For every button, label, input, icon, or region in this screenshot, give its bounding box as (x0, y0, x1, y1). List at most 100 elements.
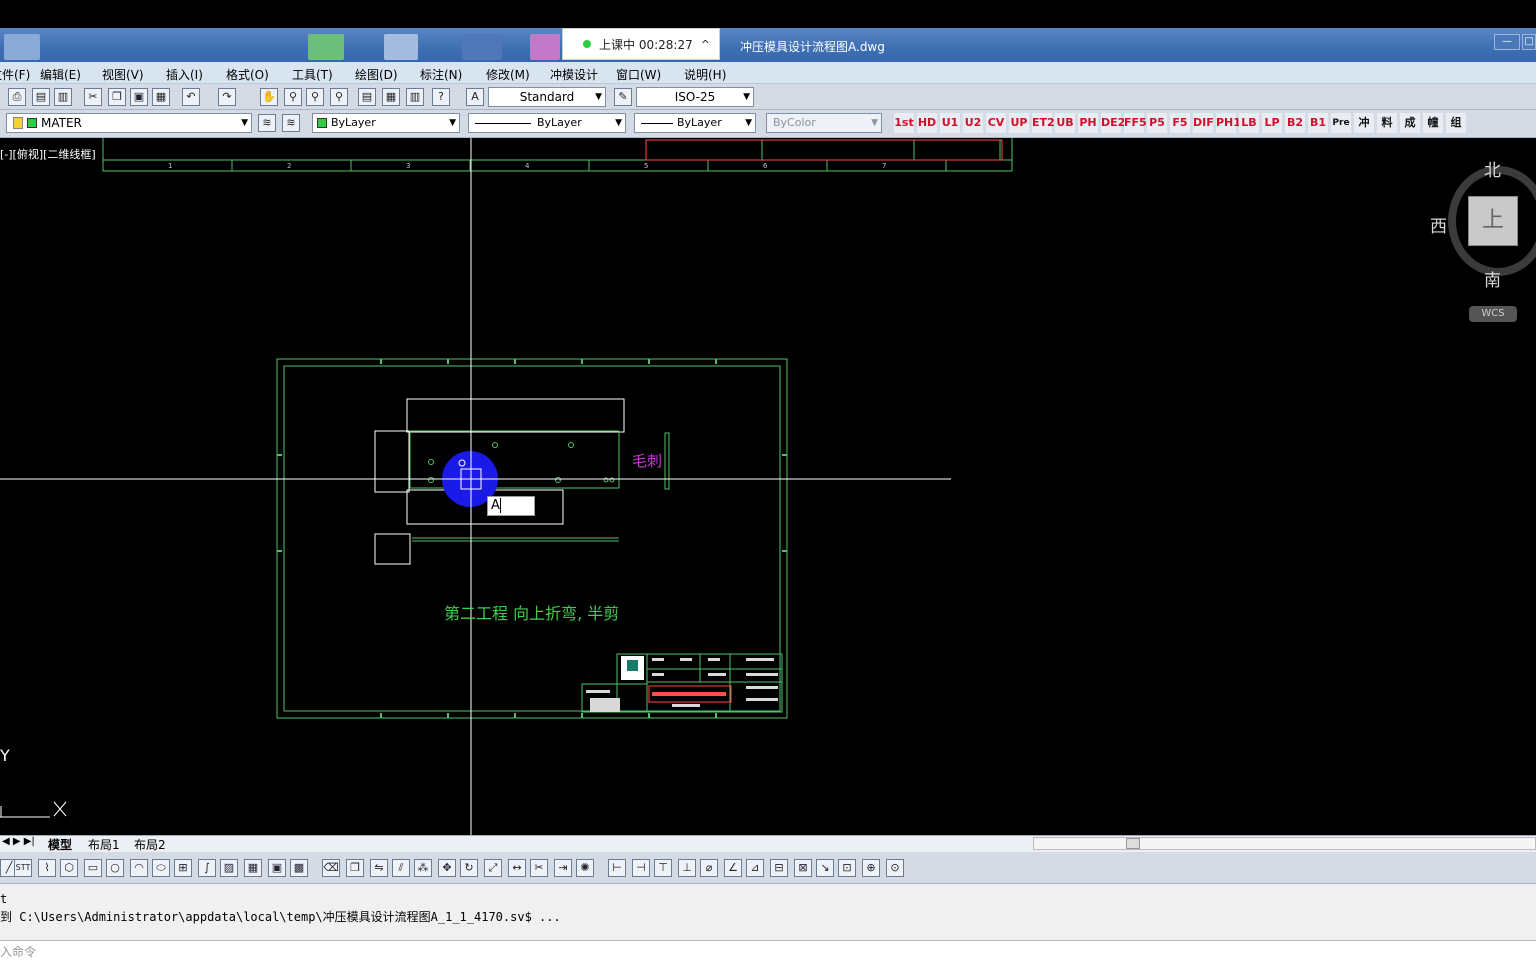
minimize-button[interactable]: — (1494, 34, 1520, 50)
tool-de2[interactable]: DE2 (1101, 113, 1125, 133)
tool-ff5[interactable]: FF5 (1124, 113, 1147, 133)
offset-icon[interactable]: ⫽ (392, 859, 410, 877)
arc-icon[interactable]: ◠ (130, 859, 148, 877)
dim-aligned-icon[interactable]: ⊣ (632, 859, 650, 877)
extend-icon[interactable]: ⇥ (554, 859, 572, 877)
tab-layout1[interactable]: 布局1 (88, 836, 120, 853)
array-icon[interactable]: ⁂ (414, 859, 432, 877)
tool-pre[interactable]: Pre (1331, 113, 1351, 133)
taskbar-thumb[interactable] (530, 34, 560, 60)
plot-style-select[interactable]: ByColor ▼ (766, 113, 882, 133)
zoom-previous-icon[interactable]: ⚲ (330, 88, 348, 106)
tool-material[interactable]: 料 (1377, 113, 1397, 133)
tool-ph[interactable]: PH (1078, 113, 1098, 133)
viewport-controls[interactable]: [-][俯视][二维线框] (0, 146, 96, 162)
region-icon[interactable]: ▣ (268, 859, 286, 877)
print-preview-icon[interactable]: ▤ (32, 88, 50, 106)
taskbar-thumb[interactable] (462, 34, 502, 60)
spline-icon[interactable]: ∫ (198, 859, 216, 877)
menu-edit[interactable]: 编辑(E) (40, 66, 81, 83)
menu-draw[interactable]: 绘图(D) (355, 66, 398, 83)
tool-dif[interactable]: DIF (1193, 113, 1214, 133)
taskbar-thumb[interactable] (4, 34, 40, 60)
erase-icon[interactable]: ⌫ (322, 859, 340, 877)
tool-p5[interactable]: P5 (1147, 113, 1167, 133)
quick-dim-icon[interactable]: ⊿ (746, 859, 764, 877)
tool-lb[interactable]: LB (1239, 113, 1259, 133)
menu-window[interactable]: 窗口(W) (616, 66, 661, 83)
publish-icon[interactable]: ▥ (54, 88, 72, 106)
tolerance-icon[interactable]: ⊡ (838, 859, 856, 877)
menu-format[interactable]: 格式(O) (226, 66, 269, 83)
dim-edit-icon[interactable]: ⊙ (886, 859, 904, 877)
tool-b2[interactable]: B2 (1285, 113, 1305, 133)
tool-palette-icon[interactable]: ▥ (406, 88, 424, 106)
tool-cv[interactable]: CV (986, 113, 1006, 133)
cut-icon[interactable]: ✂ (84, 88, 102, 106)
drawing-canvas[interactable]: 123 4567 [-][俯视][二维线框] 毛刺 第二工程 向上折弯, 半剪 … (0, 138, 1536, 835)
tab-layout2[interactable]: 布局2 (134, 836, 166, 853)
menu-modify[interactable]: 修改(M) (486, 66, 530, 83)
dim-linear-icon[interactable]: ⊢ (608, 859, 626, 877)
tool-1st[interactable]: 1st (894, 113, 914, 133)
table-icon[interactable]: ▦ (244, 859, 262, 877)
taskbar-thumb[interactable] (308, 34, 344, 60)
tool-lp[interactable]: LP (1262, 113, 1282, 133)
match-properties-icon[interactable]: ▦ (152, 88, 170, 106)
dim-ordinate-icon[interactable]: ⊤ (654, 859, 672, 877)
move-icon[interactable]: ✥ (438, 859, 456, 877)
explode-icon[interactable]: ✺ (576, 859, 594, 877)
copy-icon[interactable]: ❐ (108, 88, 126, 106)
menu-view[interactable]: 视图(V) (102, 66, 144, 83)
print-icon[interactable]: ⎙ (8, 88, 26, 106)
horizontal-scrollbar[interactable] (1033, 837, 1536, 850)
color-select[interactable]: ByLayer ▼ (312, 113, 460, 133)
tool-u2[interactable]: U2 (963, 113, 983, 133)
scroll-thumb[interactable] (1126, 838, 1140, 849)
dim-diameter-icon[interactable]: ⌀ (700, 859, 718, 877)
rotate-icon[interactable]: ↻ (460, 859, 478, 877)
menu-insert[interactable]: 插入(I) (166, 66, 203, 83)
rectangle-icon[interactable]: ▭ (84, 859, 102, 877)
tool-hd[interactable]: HD (917, 113, 937, 133)
hatch-icon[interactable]: ▨ (220, 859, 238, 877)
layer-previous-icon[interactable]: ≋ (282, 114, 300, 132)
menu-help[interactable]: 说明(H) (684, 66, 726, 83)
text-style-icon[interactable]: A (466, 88, 484, 106)
stretch-icon[interactable]: ↔ (508, 859, 526, 877)
help-icon[interactable]: ? (432, 88, 450, 106)
layer-select[interactable]: MATER ▼ (6, 113, 252, 133)
trim-icon[interactable]: ✂ (530, 859, 548, 877)
properties-icon[interactable]: ▤ (358, 88, 376, 106)
tab-model[interactable]: 模型 (48, 836, 72, 853)
paste-icon[interactable]: ▣ (130, 88, 148, 106)
menu-dimension[interactable]: 标注(N) (420, 66, 462, 83)
menu-file[interactable]: 文件(F) (0, 66, 30, 83)
circle-icon[interactable]: ○ (106, 859, 124, 877)
maximize-button[interactable]: □ (1522, 34, 1536, 50)
mirror-icon[interactable]: ⇋ (370, 859, 388, 877)
compass-west[interactable]: 西 (1430, 212, 1447, 237)
tool-punch[interactable]: 冲 (1354, 113, 1374, 133)
undo-icon[interactable]: ↶ (182, 88, 200, 106)
viewcube[interactable]: 上 北 南 西 (1430, 160, 1536, 291)
menu-die-design[interactable]: 冲模设计 (550, 66, 598, 83)
text-style-select[interactable]: Standard ▼ (488, 87, 606, 107)
dim-style-icon[interactable]: ✎ (614, 88, 632, 106)
command-input[interactable]: 入命令 (0, 940, 1536, 960)
tool-b1[interactable]: B1 (1308, 113, 1328, 133)
compass-south[interactable]: 南 (1484, 266, 1501, 291)
tool-et2[interactable]: ET2 (1032, 113, 1055, 133)
tool-f5[interactable]: F5 (1170, 113, 1190, 133)
zoom-window-icon[interactable]: ⚲ (306, 88, 324, 106)
chevron-up-icon[interactable]: ^ (701, 38, 710, 51)
wcs-menu[interactable]: WCS (1469, 306, 1517, 322)
tool-up[interactable]: UP (1009, 113, 1029, 133)
insert-block-icon[interactable]: ⊞ (174, 859, 192, 877)
pan-icon[interactable]: ✋ (260, 88, 278, 106)
tool-block[interactable]: 幢 (1423, 113, 1443, 133)
tool-group[interactable]: 组 (1446, 113, 1466, 133)
tool-ub[interactable]: UB (1055, 113, 1075, 133)
make-current-layer-icon[interactable]: ≋ (258, 114, 276, 132)
recording-indicator[interactable]: 上课中 00:28:27 ^ (562, 28, 720, 60)
